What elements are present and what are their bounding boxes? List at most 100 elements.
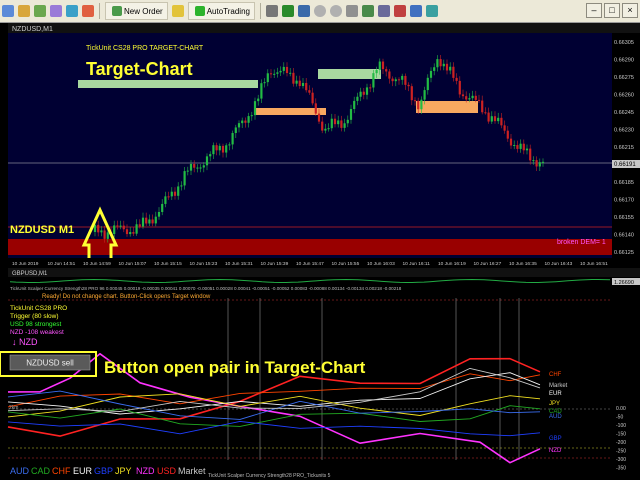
nzdusd-sell-button-label: NZDUSD sell xyxy=(26,359,74,368)
candle-body xyxy=(282,66,285,71)
candle-body xyxy=(519,143,522,149)
price-scale-label: 0.66275 xyxy=(614,75,634,81)
candle-body xyxy=(308,90,311,93)
candle-body xyxy=(122,225,125,230)
candle-body xyxy=(237,123,241,128)
candle-body xyxy=(356,96,359,101)
candle-body xyxy=(477,99,481,101)
candle-body xyxy=(442,63,445,67)
candle-body xyxy=(225,145,228,153)
bottom-chart-titlebar xyxy=(8,268,640,277)
candle-body xyxy=(369,87,372,89)
candle-body xyxy=(247,116,250,123)
candle-body xyxy=(378,61,381,70)
candle-body xyxy=(292,72,295,84)
candle-body xyxy=(362,91,365,95)
time-axis-label: 10 Jun 16:27 xyxy=(474,261,502,267)
time-axis-label: 10 Jun 2019 xyxy=(12,261,39,267)
candle-body xyxy=(145,217,148,224)
candle-body xyxy=(183,171,186,186)
time-axis-label: 10 Jun 14:51 xyxy=(48,261,76,267)
candle-body xyxy=(445,63,449,71)
chart-area[interactable]: NZDUSD,M1 TickUnit CS28 PRO TARGET-CHART… xyxy=(0,0,640,480)
candle-body xyxy=(359,91,362,97)
candle-body xyxy=(449,66,452,71)
candle-body xyxy=(327,128,330,130)
candle-body xyxy=(100,230,103,233)
candle-body xyxy=(333,118,337,125)
candle-body xyxy=(180,185,183,187)
candle-body xyxy=(97,224,100,233)
candle-body xyxy=(490,116,493,122)
candle-body xyxy=(129,232,132,235)
indicator-scale-label: -150 xyxy=(616,432,626,438)
time-axis-label: 10 Jun 14:59 xyxy=(83,261,111,267)
legend-nzd: NZD xyxy=(136,466,155,476)
time-axis-label: 10 Jun 15:15 xyxy=(154,261,182,267)
candle-body xyxy=(337,120,340,125)
candle-body xyxy=(253,101,257,116)
candle-body xyxy=(218,145,221,151)
price-scale-label: 0.66170 xyxy=(614,198,634,204)
candle-body xyxy=(212,145,215,155)
current-price-value: 0.66191 xyxy=(614,162,636,168)
candle-body xyxy=(215,145,218,151)
candle-body xyxy=(193,163,196,168)
candle-body xyxy=(407,84,410,87)
candle-body xyxy=(199,167,202,169)
candle-body xyxy=(401,75,404,80)
candle-body xyxy=(154,216,157,224)
candle-body xyxy=(461,94,465,97)
candle-body xyxy=(311,92,314,104)
time-axis: 10 Jun 2019 10 Jun 14:51 10 Jun 14:59 10 Ju… xyxy=(12,261,608,267)
candle-body xyxy=(103,230,106,239)
candle-body xyxy=(420,99,423,110)
candle-body xyxy=(263,82,266,84)
candle-body xyxy=(365,87,369,95)
indicator-scale-label: -100 xyxy=(616,423,626,429)
candle-body xyxy=(522,143,525,151)
candle-body xyxy=(221,145,225,153)
candle-body xyxy=(474,95,477,100)
candle-body xyxy=(138,224,141,227)
candle-body xyxy=(349,109,353,120)
candle-body xyxy=(132,232,135,234)
candle-body xyxy=(525,148,529,151)
candle-body xyxy=(285,66,289,74)
candle-body xyxy=(228,144,231,146)
right-label-nzd: NZD xyxy=(549,448,562,454)
candle-body xyxy=(170,191,173,197)
candle-body xyxy=(410,86,413,101)
candle-body xyxy=(119,225,122,227)
candle-body xyxy=(324,128,327,131)
pair-label: NZDUSD M1 xyxy=(10,224,74,236)
candle-body xyxy=(241,120,244,124)
candle-body xyxy=(116,225,119,227)
candle-body xyxy=(279,70,282,73)
left-marker: 2km xyxy=(9,405,18,411)
legend-chf: CHF xyxy=(52,466,71,476)
candle-body xyxy=(471,95,474,99)
price-scale-label: 0.66260 xyxy=(614,93,634,99)
candle-body xyxy=(257,98,260,102)
candle-body xyxy=(375,69,378,74)
candle-body xyxy=(388,71,391,79)
time-axis-label: 10 Jun 15:39 xyxy=(261,261,289,267)
candle-body xyxy=(164,196,167,204)
candle-body xyxy=(301,82,305,87)
candle-body xyxy=(106,232,109,239)
price-scale-label: 0.66230 xyxy=(614,128,634,134)
candle-body xyxy=(391,78,394,82)
top-indicator-label: TickUnit CS28 PRO TARGET-CHART xyxy=(86,45,204,52)
dem-label: broken DEM= 1 xyxy=(557,239,606,246)
candle-body xyxy=(148,219,151,224)
candle-body xyxy=(532,160,535,162)
candle-body xyxy=(202,165,205,168)
candle-body xyxy=(484,112,487,114)
price-scale-label: 0.66305 xyxy=(614,40,634,46)
time-axis-label: 10 Jun 16:43 xyxy=(545,261,573,267)
candle-body xyxy=(506,130,509,139)
candle-body xyxy=(196,167,199,169)
right-label-eur: EUR xyxy=(549,391,562,397)
candle-body xyxy=(113,225,116,235)
